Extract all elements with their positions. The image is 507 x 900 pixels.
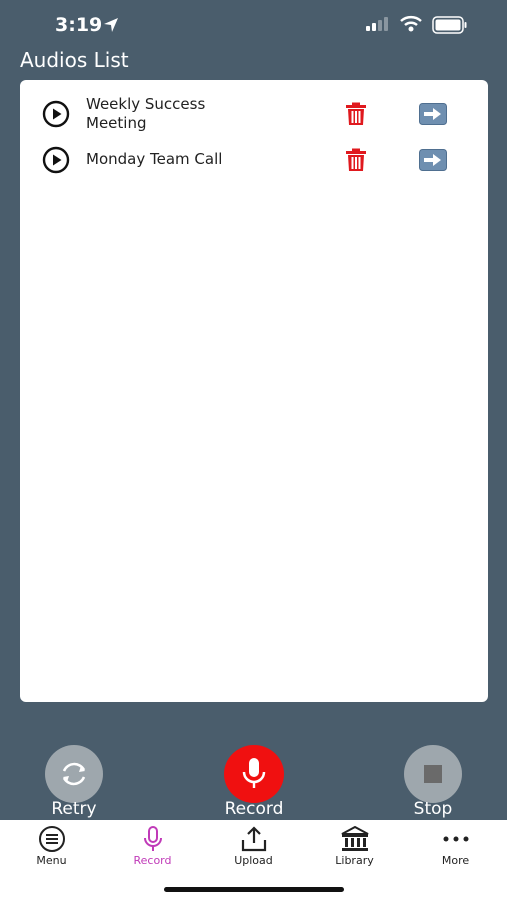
location-arrow-icon (104, 18, 118, 32)
stop-icon (424, 765, 442, 783)
cellular-signal-icon (366, 17, 388, 31)
tab-library[interactable]: Library (304, 820, 405, 880)
page-title: Audios List (20, 48, 129, 72)
audio-list: Weekly Success Meeting Monday Team Call (20, 80, 488, 702)
audio-list-item: Weekly Success Meeting (20, 94, 488, 134)
tab-more[interactable]: More (405, 820, 506, 880)
record-button[interactable] (224, 745, 284, 803)
audio-list-item: Monday Team Call (20, 146, 488, 176)
menu-icon (39, 826, 65, 852)
play-icon[interactable] (42, 100, 70, 128)
status-time: 3:19 (55, 14, 103, 36)
home-indicator (164, 887, 344, 892)
record-label: Record (224, 799, 284, 819)
trash-icon[interactable] (345, 102, 367, 126)
tab-label: Upload (234, 854, 273, 867)
tab-label: Menu (36, 854, 67, 867)
right-arrow-icon[interactable] (419, 149, 447, 171)
more-icon (443, 836, 469, 842)
trash-icon[interactable] (345, 148, 367, 172)
retry-button[interactable] (45, 745, 103, 803)
audio-title[interactable]: Monday Team Call (86, 150, 256, 169)
tab-label: More (441, 854, 470, 867)
stop-label: Stop (413, 799, 453, 819)
library-icon (341, 826, 369, 851)
tab-label: Record (133, 854, 172, 867)
tab-menu[interactable]: Menu (1, 820, 102, 880)
stop-button[interactable] (404, 745, 462, 803)
tab-label: Library (335, 854, 374, 867)
upload-icon (241, 826, 267, 852)
retry-label: Retry (51, 799, 97, 819)
battery-icon (432, 16, 467, 34)
wifi-icon (400, 16, 422, 32)
right-arrow-icon[interactable] (419, 103, 447, 125)
status-bar: 3:19 (0, 0, 507, 50)
audio-title[interactable]: Weekly Success Meeting (86, 95, 256, 133)
play-icon[interactable] (42, 146, 70, 174)
tab-record[interactable]: Record (102, 820, 203, 880)
retry-icon (62, 762, 86, 786)
mic-icon (242, 758, 266, 788)
tab-upload[interactable]: Upload (203, 820, 304, 880)
mic-icon (144, 826, 162, 851)
